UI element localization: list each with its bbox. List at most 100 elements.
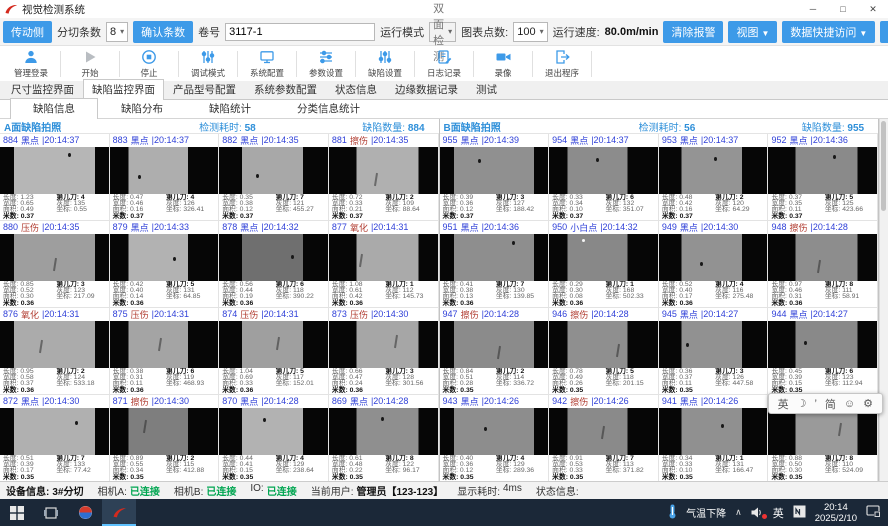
defect-cell[interactable]: 873压伤|20:14:30长度: 0.66宽度: 0.47面积: 0.24米数… bbox=[329, 308, 439, 395]
defect-image[interactable] bbox=[110, 234, 219, 281]
confirm-count-button[interactable]: 确认条数 bbox=[133, 21, 193, 43]
defect-cell[interactable]: 877氧化|20:14:31长度: 1.08宽度: 0.61面积: 0.42米数… bbox=[329, 221, 439, 308]
toolbar-button-defect[interactable]: 缺陷设置 bbox=[358, 47, 412, 81]
ime-simplified[interactable]: 简 bbox=[825, 396, 836, 412]
ime-icon[interactable] bbox=[793, 505, 806, 521]
defect-image[interactable] bbox=[0, 234, 109, 281]
toolbar-button-system[interactable]: 系统配置 bbox=[240, 47, 294, 81]
defect-cell[interactable]: 951黑点|20:14:36长度: 0.41宽度: 0.38面积: 0.13米数… bbox=[440, 221, 550, 308]
defect-image[interactable] bbox=[0, 408, 109, 455]
defect-image[interactable] bbox=[549, 408, 658, 455]
defect-image[interactable] bbox=[110, 147, 219, 194]
defect-image[interactable] bbox=[329, 321, 438, 368]
defect-cell[interactable]: 947擦伤|20:14:28长度: 0.84宽度: 0.51面积: 0.28米数… bbox=[440, 308, 550, 395]
defect-cell[interactable]: 949黑点|20:14:30长度: 0.52宽度: 0.40面积: 0.17米数… bbox=[659, 221, 769, 308]
defect-cell[interactable]: 878黑点|20:14:32长度: 0.56宽度: 0.44面积: 0.19米数… bbox=[219, 221, 329, 308]
defect-image[interactable] bbox=[110, 408, 219, 455]
toolbar-button-play[interactable]: 开始 bbox=[63, 47, 117, 81]
tab-状态信息[interactable]: 状态信息 bbox=[326, 79, 386, 99]
defect-image[interactable] bbox=[0, 321, 109, 368]
defect-cell[interactable]: 880压伤|20:14:35长度: 0.85宽度: 0.52面积: 0.30米数… bbox=[0, 221, 110, 308]
defect-cell[interactable]: 872黑点|20:14:30长度: 0.51宽度: 0.39面积: 0.17米数… bbox=[0, 395, 110, 481]
defect-image[interactable] bbox=[659, 321, 768, 368]
defect-image[interactable] bbox=[110, 321, 219, 368]
defect-cell[interactable]: 870黑点|20:14:28长度: 0.44宽度: 0.41面积: 0.15米数… bbox=[219, 395, 329, 481]
defect-cell[interactable]: 944黑点|20:14:27长度: 0.45宽度: 0.39面积: 0.15米数… bbox=[768, 308, 878, 395]
toolbar-button-log[interactable]: 日志记录 bbox=[417, 47, 471, 81]
defect-image[interactable] bbox=[768, 408, 877, 455]
defect-cell[interactable]: 950小白点|20:14:32长度: 0.29宽度: 0.30面积: 0.08米… bbox=[549, 221, 659, 308]
subtab-缺陷分布[interactable]: 缺陷分布 bbox=[98, 98, 186, 118]
toolbar-button-stop[interactable]: 停止 bbox=[122, 47, 176, 81]
subtab-缺陷信息[interactable]: 缺陷信息 bbox=[10, 98, 98, 119]
defect-image[interactable] bbox=[440, 408, 549, 455]
toolbar-button-camera[interactable]: 录像 bbox=[476, 47, 530, 81]
thermometer-icon[interactable] bbox=[668, 504, 677, 522]
defect-cell[interactable]: 876氧化|20:14:31长度: 0.95宽度: 0.58面积: 0.37米数… bbox=[0, 308, 110, 395]
subtab-缺陷统计[interactable]: 缺陷统计 bbox=[186, 98, 274, 118]
defect-cell[interactable]: 953黑点|20:14:37长度: 0.48宽度: 0.42面积: 0.16米数… bbox=[659, 134, 769, 221]
defect-image[interactable] bbox=[0, 147, 109, 194]
defect-cell[interactable]: 946擦伤|20:14:28长度: 0.78宽度: 0.49面积: 0.26米数… bbox=[549, 308, 659, 395]
clock[interactable]: 20:14 2025/2/10 bbox=[815, 502, 857, 524]
defect-image[interactable] bbox=[440, 321, 549, 368]
toolbar-button-user[interactable]: 管理登录 bbox=[4, 47, 58, 81]
defect-image[interactable] bbox=[329, 408, 438, 455]
tray-chevron-icon[interactable]: ∧ bbox=[735, 507, 742, 518]
defect-cell[interactable]: 942擦伤|20:14:26长度: 0.91宽度: 0.53面积: 0.33米数… bbox=[549, 395, 659, 481]
help-menu-button[interactable]: 帮助▼ bbox=[880, 21, 888, 43]
clear-alarm-button[interactable]: 清除报警 bbox=[663, 21, 723, 43]
defect-cell[interactable]: 948擦伤|20:14:28长度: 0.97宽度: 0.46面积: 0.31米数… bbox=[768, 221, 878, 308]
tab-产品型号配置[interactable]: 产品型号配置 bbox=[164, 79, 245, 99]
cut-count-select[interactable]: 8▾ bbox=[106, 22, 128, 42]
tab-尺寸监控界面[interactable]: 尺寸监控界面 bbox=[2, 79, 83, 99]
maximize-button[interactable]: □ bbox=[828, 0, 858, 18]
ime-apostrophe[interactable]: ’ bbox=[814, 398, 816, 410]
defect-image[interactable] bbox=[440, 147, 549, 194]
defect-image[interactable] bbox=[549, 234, 658, 281]
tab-边缘数据记录[interactable]: 边缘数据记录 bbox=[386, 79, 467, 99]
toolbar-button-debug[interactable]: 调试模式 bbox=[181, 47, 235, 81]
close-button[interactable]: ✕ bbox=[858, 0, 888, 18]
defect-image[interactable] bbox=[549, 321, 658, 368]
weather-text[interactable]: 气温下降 bbox=[686, 505, 726, 520]
ime-settings-icon[interactable]: ⚙ bbox=[863, 397, 873, 410]
defect-cell[interactable]: 882黑点|20:14:35长度: 0.35宽度: 0.38面积: 0.12米数… bbox=[219, 134, 329, 221]
defect-cell[interactable]: 941黑点|20:14:26长度: 0.34宽度: 0.33面积: 0.10米数… bbox=[659, 395, 769, 481]
defect-image[interactable] bbox=[219, 321, 328, 368]
tab-测试[interactable]: 测试 bbox=[467, 79, 506, 99]
defect-image[interactable] bbox=[659, 147, 768, 194]
defect-cell[interactable]: 952黑点|20:14:36长度: 0.37宽度: 0.35面积: 0.11米数… bbox=[768, 134, 878, 221]
defect-cell[interactable]: 954黑点|20:14:37长度: 0.33宽度: 0.34面积: 0.10米数… bbox=[549, 134, 659, 221]
defect-cell[interactable]: 879黑点|20:14:33长度: 0.42宽度: 0.40面积: 0.14米数… bbox=[110, 221, 220, 308]
defect-image[interactable] bbox=[659, 408, 768, 455]
defect-cell[interactable]: 875压伤|20:14:31长度: 0.38宽度: 0.31面积: 0.11米数… bbox=[110, 308, 220, 395]
defect-cell[interactable]: 874压伤|20:14:31长度: 1.04宽度: 0.69面积: 0.33米数… bbox=[219, 308, 329, 395]
defect-image[interactable] bbox=[549, 147, 658, 194]
run-mode-select[interactable]: 双面检测▾ bbox=[429, 22, 456, 42]
defect-image[interactable] bbox=[440, 234, 549, 281]
defect-cell[interactable]: 871擦伤|20:14:30长度: 0.89宽度: 0.55面积: 0.34米数… bbox=[110, 395, 220, 481]
language-indicator[interactable]: 英 bbox=[773, 505, 784, 521]
defect-image[interactable] bbox=[768, 234, 877, 281]
defect-cell[interactable]: 869黑点|20:14:28长度: 0.61宽度: 0.48面积: 0.22米数… bbox=[329, 395, 439, 481]
defect-image[interactable] bbox=[659, 234, 768, 281]
defect-image[interactable] bbox=[219, 408, 328, 455]
ime-moon-icon[interactable]: ☽ bbox=[797, 397, 807, 410]
defect-image[interactable] bbox=[768, 147, 877, 194]
scrollbar-thumb[interactable] bbox=[881, 121, 886, 211]
tab-系统参数配置[interactable]: 系统参数配置 bbox=[245, 79, 326, 99]
notification-icon[interactable] bbox=[866, 505, 880, 520]
subtab-分类信息统计[interactable]: 分类信息统计 bbox=[274, 98, 383, 118]
drive-side-button[interactable]: 传动侧 bbox=[3, 21, 52, 43]
defect-image[interactable] bbox=[219, 147, 328, 194]
minimize-button[interactable]: ─ bbox=[798, 0, 828, 18]
volume-icon[interactable] bbox=[751, 507, 764, 518]
defect-cell[interactable]: 883黑点|20:14:37长度: 0.47宽度: 0.46面积: 0.16米数… bbox=[110, 134, 220, 221]
defect-image[interactable] bbox=[219, 234, 328, 281]
ime-lang-en[interactable]: 英 bbox=[778, 396, 789, 412]
defect-cell[interactable]: 943黑点|20:14:26长度: 0.40宽度: 0.36面积: 0.12米数… bbox=[440, 395, 550, 481]
ime-smiley-icon[interactable]: ☺ bbox=[844, 398, 855, 410]
defect-cell[interactable]: 884黑点|20:14:37长度: 1.23宽度: 0.65面积: 0.49米数… bbox=[0, 134, 110, 221]
data-quick-access-button[interactable]: 数据快捷访问▼ bbox=[782, 21, 875, 43]
